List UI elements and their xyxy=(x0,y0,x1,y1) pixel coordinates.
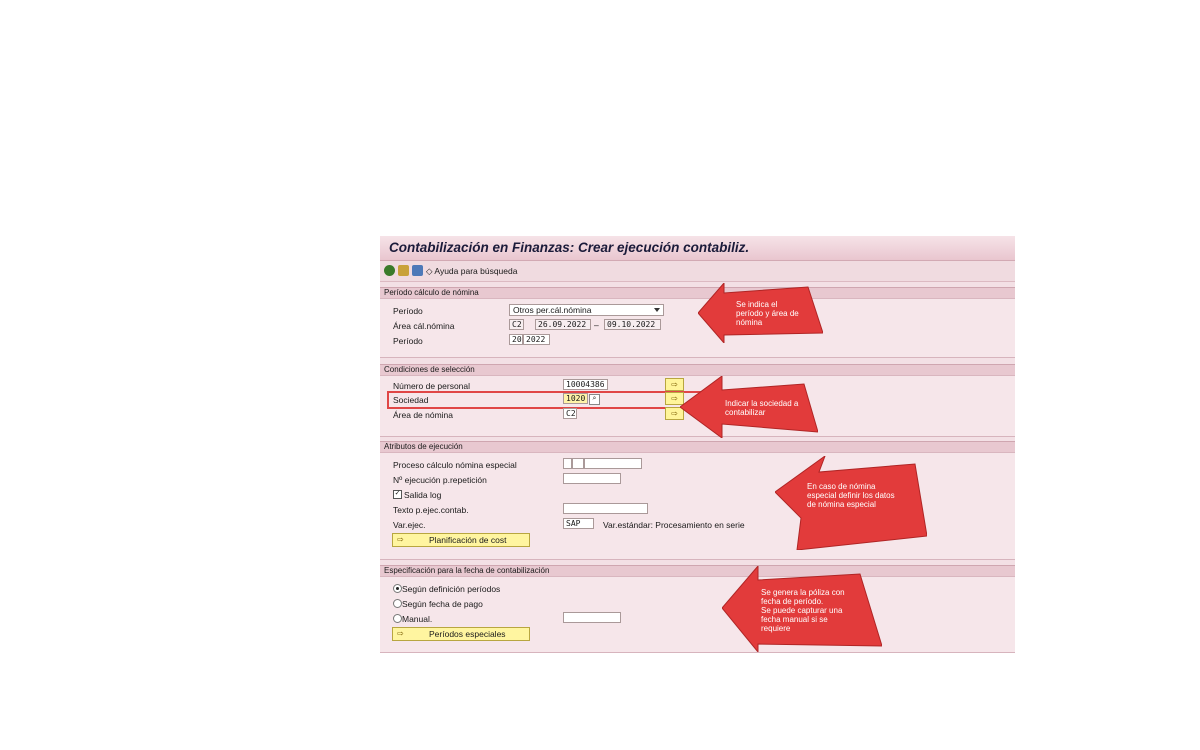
variant-description: Var.estándar: Procesamiento en serie xyxy=(603,520,745,530)
period-number-field[interactable]: 20 xyxy=(509,334,523,345)
callout-line: fecha de período. xyxy=(761,597,824,606)
radio-period-definition-label: Según definición períodos xyxy=(402,584,501,594)
arrow-right-icon: ⇨ xyxy=(397,629,404,638)
section-header-posting-date: Especificación para la fecha de contabil… xyxy=(380,565,1015,577)
special-process-field-1[interactable] xyxy=(563,458,572,469)
callout-line: período y área de xyxy=(736,309,799,318)
program-doc-icon[interactable] xyxy=(412,265,423,276)
periodo-select[interactable]: Otros per.cál.nómina xyxy=(509,304,664,316)
special-periods-label: Períodos especiales xyxy=(429,629,506,639)
radio-manual-label: Manual. xyxy=(402,614,433,624)
sociedad-field[interactable]: 1020 xyxy=(563,393,588,404)
section-title: Atributos de ejecución xyxy=(384,442,463,451)
callout-line: Se genera la póliza con xyxy=(761,588,845,597)
periodo-label: Período xyxy=(393,306,423,316)
repeat-run-field[interactable] xyxy=(563,473,621,484)
callout-line: Se indica el xyxy=(736,300,778,309)
variant-field[interactable]: SAP xyxy=(563,518,594,529)
get-variant-icon[interactable] xyxy=(398,265,409,276)
callout-line: Se puede capturar una xyxy=(761,606,843,615)
execute-icon[interactable] xyxy=(384,265,395,276)
radio-manual[interactable] xyxy=(393,614,402,623)
callout-line: Indicar la sociedad a xyxy=(725,399,799,408)
page-title: Contabilización en Finanzas: Crear ejecu… xyxy=(389,240,750,255)
personal-number-field[interactable]: 10004386 xyxy=(563,379,608,390)
area-calc-label: Área cál.nómina xyxy=(393,321,455,331)
callout-text-special: En caso de nómina especial definir los d… xyxy=(807,482,895,509)
repeat-run-label: Nº ejecución p.repetición xyxy=(393,475,487,485)
sociedad-label: Sociedad xyxy=(393,395,429,405)
section-header-attributes: Atributos de ejecución xyxy=(380,441,1015,453)
chevron-down-icon xyxy=(654,308,660,312)
callout-text-posting-date: Se genera la póliza con fecha de período… xyxy=(761,588,845,633)
application-toolbar: ◇ Ayuda para búsqueda xyxy=(380,261,1015,282)
manual-date-field[interactable] xyxy=(563,612,621,623)
radio-payment-date[interactable] xyxy=(393,599,402,608)
area-nomina-label: Área de nómina xyxy=(393,410,454,420)
date-from-field[interactable]: 26.09.2022 xyxy=(535,319,591,330)
periodo-select-value: Otros per.cál.nómina xyxy=(513,305,592,315)
callout-line: En caso de nómina xyxy=(807,482,876,491)
callout-line: nómina xyxy=(736,318,763,327)
callout-line: fecha manual si se xyxy=(761,615,828,624)
cost-planning-button[interactable]: ⇨ Planificación de cost xyxy=(392,533,530,547)
special-process-field-2[interactable] xyxy=(572,458,584,469)
section-title: Especificación para la fecha de contabil… xyxy=(384,566,550,575)
special-process-field-3[interactable] xyxy=(584,458,642,469)
arrow-right-icon: ⇨ xyxy=(397,535,404,544)
section-title: Condiciones de selección xyxy=(384,365,475,374)
date-separator: – xyxy=(594,320,599,330)
area-calc-field[interactable]: C2 xyxy=(509,319,524,330)
callout-text-period: Se indica el período y área de nómina xyxy=(736,300,799,327)
posting-text-field[interactable] xyxy=(563,503,648,514)
callout-line: requiere xyxy=(761,624,791,633)
section-title: Período cálculo de nómina xyxy=(384,288,479,297)
callout-line: de nómina especial xyxy=(807,500,876,509)
callout-line: especial definir los datos xyxy=(807,491,895,500)
search-help-link[interactable]: ◇ Ayuda para búsqueda xyxy=(426,266,517,277)
radio-period-definition[interactable] xyxy=(393,584,402,593)
posting-text-label: Texto p.ejec.contab. xyxy=(393,505,469,515)
section-header-selection: Condiciones de selección xyxy=(380,364,1015,376)
area-nomina-field[interactable]: C2 xyxy=(563,408,577,419)
callout-text-sociedad: Indicar la sociedad a contabilizar xyxy=(725,399,798,417)
cost-planning-label: Planificación de cost xyxy=(429,535,507,545)
date-to-field[interactable]: 09.10.2022 xyxy=(604,319,661,330)
variant-label: Var.ejec. xyxy=(393,520,426,530)
periodo2-label: Período xyxy=(393,336,423,346)
period-year-field[interactable]: 2022 xyxy=(523,334,550,345)
log-output-checkbox[interactable]: ✓ xyxy=(393,490,402,499)
callout-line: contabilizar xyxy=(725,408,766,417)
radio-payment-date-label: Según fecha de pago xyxy=(402,599,483,609)
section-posting-date: Según definición períodos Según fecha de… xyxy=(380,577,1015,653)
log-output-label: Salida log xyxy=(404,490,442,500)
search-icon[interactable]: ⌕ xyxy=(589,394,600,405)
special-periods-button[interactable]: ⇨ Períodos especiales xyxy=(392,627,530,641)
title-bar: Contabilización en Finanzas: Crear ejecu… xyxy=(380,236,1015,261)
special-process-label: Proceso cálculo nómina especial xyxy=(393,460,517,470)
personal-number-label: Número de personal xyxy=(393,381,471,391)
